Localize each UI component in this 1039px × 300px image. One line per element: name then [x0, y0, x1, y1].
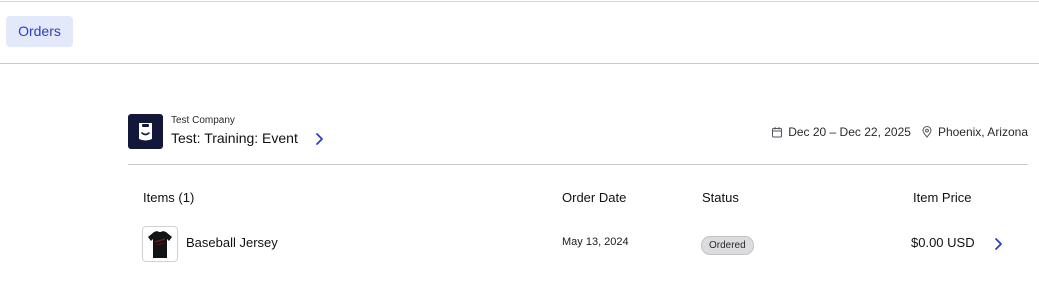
event-location: Phoenix, Arizona	[937, 125, 1028, 139]
calendar-icon	[772, 127, 783, 138]
map-pin-icon	[922, 126, 932, 138]
tab-orders[interactable]: Orders	[6, 16, 73, 47]
chevron-right-icon[interactable]	[992, 237, 1004, 251]
column-header-status: Status	[702, 190, 739, 205]
company-logo	[128, 114, 163, 149]
event-meta: Dec 20 – Dec 22, 2025 Phoenix, Arizona	[771, 124, 1028, 140]
order-date: May 13, 2024	[562, 236, 629, 248]
tab-bar: Orders	[0, 0, 1039, 64]
event-header: Test Company Test: Training: Event Dec 2…	[128, 108, 1028, 164]
tab-bar-divider	[0, 63, 1039, 64]
status-badge: Ordered	[701, 236, 754, 255]
event-header-divider	[128, 164, 1028, 165]
table-row[interactable]: Baseball Jersey May 13, 2024 Ordered $0.…	[128, 222, 1028, 266]
chevron-right-icon[interactable]	[313, 132, 325, 146]
event-dates: Dec 20 – Dec 22, 2025	[788, 125, 911, 139]
company-logo-icon	[139, 123, 152, 141]
jersey-icon	[148, 231, 172, 258]
column-header-order-date: Order Date	[562, 190, 627, 205]
product-thumbnail	[142, 226, 178, 262]
product-name[interactable]: Baseball Jersey	[186, 235, 278, 250]
column-header-item-price: Item Price	[913, 190, 972, 205]
company-name: Test Company	[171, 115, 235, 126]
column-header-items: Items (1)	[143, 190, 195, 205]
item-price: $0.00 USD	[911, 235, 975, 250]
event-name-link[interactable]: Test: Training: Event	[171, 130, 298, 146]
